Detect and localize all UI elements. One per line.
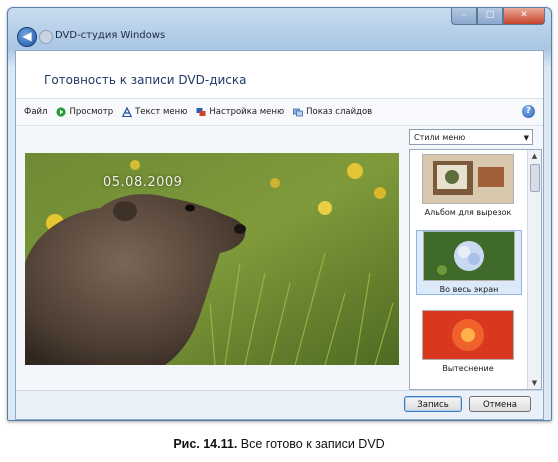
play-icon — [56, 107, 67, 117]
window-title: DVD-студия Windows — [55, 30, 166, 41]
main-content: Готовность к записи DVD-диска Файл Просм… — [15, 50, 544, 420]
figure-caption-text: Все готово к записи DVD — [237, 437, 385, 451]
scroll-up-icon[interactable]: ▲ — [528, 150, 541, 162]
menu-style-extrusion[interactable]: Вытеснение — [416, 310, 520, 373]
forward-button[interactable] — [39, 30, 53, 44]
menu-styles-dropdown-value: Стили меню — [414, 133, 466, 142]
groundhog-photo — [25, 153, 399, 365]
text-icon — [122, 107, 133, 117]
page-header: Готовность к записи DVD-диска — [16, 51, 543, 99]
help-icon[interactable]: ? — [522, 105, 535, 118]
scrapbook-thumbnail — [423, 155, 513, 203]
toolbar-menu-text-label: Текст меню — [135, 107, 188, 117]
scroll-thumb[interactable] — [530, 164, 540, 192]
customize-icon — [196, 108, 206, 116]
menu-styles-dropdown[interactable]: Стили меню ▼ — [409, 129, 533, 145]
burn-button[interactable]: Запись — [404, 396, 462, 412]
title-bar: ◀ DVD-студия Windows – □ ✕ — [8, 8, 551, 48]
menu-styles-list: Альбом для вырезок Во весь экран Вытесне… — [409, 149, 542, 390]
toolbar-customize-menu-label: Настройка меню — [209, 107, 285, 117]
menu-style-thumbnail — [423, 231, 515, 281]
menu-style-label: Вытеснение — [442, 364, 494, 373]
chevron-down-icon: ▼ — [523, 134, 529, 142]
app-window: ◀ DVD-студия Windows – □ ✕ Готовность к … — [7, 7, 552, 421]
scroll-down-icon[interactable]: ▼ — [528, 377, 541, 389]
menu-preview-image: 05.08.2009 — [25, 153, 399, 365]
preview-date-text: 05.08.2009 — [103, 175, 183, 190]
menu-style-scrapbook[interactable]: Альбом для вырезок — [416, 154, 520, 217]
styles-scrollbar[interactable]: ▲ ▼ — [527, 150, 541, 389]
back-button[interactable]: ◀ — [17, 27, 37, 47]
toolbar-customize-menu-button[interactable]: Настройка меню — [196, 107, 284, 117]
minimize-button[interactable]: – — [451, 8, 477, 25]
toolbar-file-menu[interactable]: Файл — [24, 107, 47, 117]
menu-style-fullscreen[interactable]: Во весь экран — [416, 230, 522, 295]
toolbar-menu-text-button[interactable]: Текст меню — [122, 107, 187, 117]
toolbar-file-label: Файл — [24, 107, 48, 117]
menu-style-label: Во весь экран — [439, 285, 499, 294]
menu-style-thumbnail — [422, 154, 514, 204]
slideshow-icon — [293, 108, 304, 117]
menu-style-label: Альбом для вырезок — [424, 208, 512, 217]
extrusion-thumbnail — [423, 311, 513, 359]
window-controls: – □ ✕ — [451, 8, 545, 26]
toolbar-preview-label: Просмотр — [69, 107, 114, 117]
fullscreen-thumbnail — [424, 232, 514, 280]
toolbar: Файл Просмотр Текст меню Настройка меню … — [16, 99, 543, 126]
page-title: Готовность к записи DVD-диска — [44, 73, 247, 87]
menu-style-thumbnail — [422, 310, 514, 360]
maximize-button[interactable]: □ — [477, 8, 503, 25]
cancel-button[interactable]: Отмена — [469, 396, 531, 412]
close-button[interactable]: ✕ — [503, 8, 545, 25]
toolbar-preview-button[interactable]: Просмотр — [56, 107, 113, 117]
toolbar-slideshow-label: Показ слайдов — [306, 107, 373, 117]
toolbar-slideshow-button[interactable]: Показ слайдов — [293, 107, 372, 117]
footer-bar: Запись Отмена — [16, 390, 543, 419]
figure-number: Рис. 14.11. — [173, 437, 238, 451]
figure-caption: Рис. 14.11. Все готово к записи DVD — [0, 437, 558, 451]
